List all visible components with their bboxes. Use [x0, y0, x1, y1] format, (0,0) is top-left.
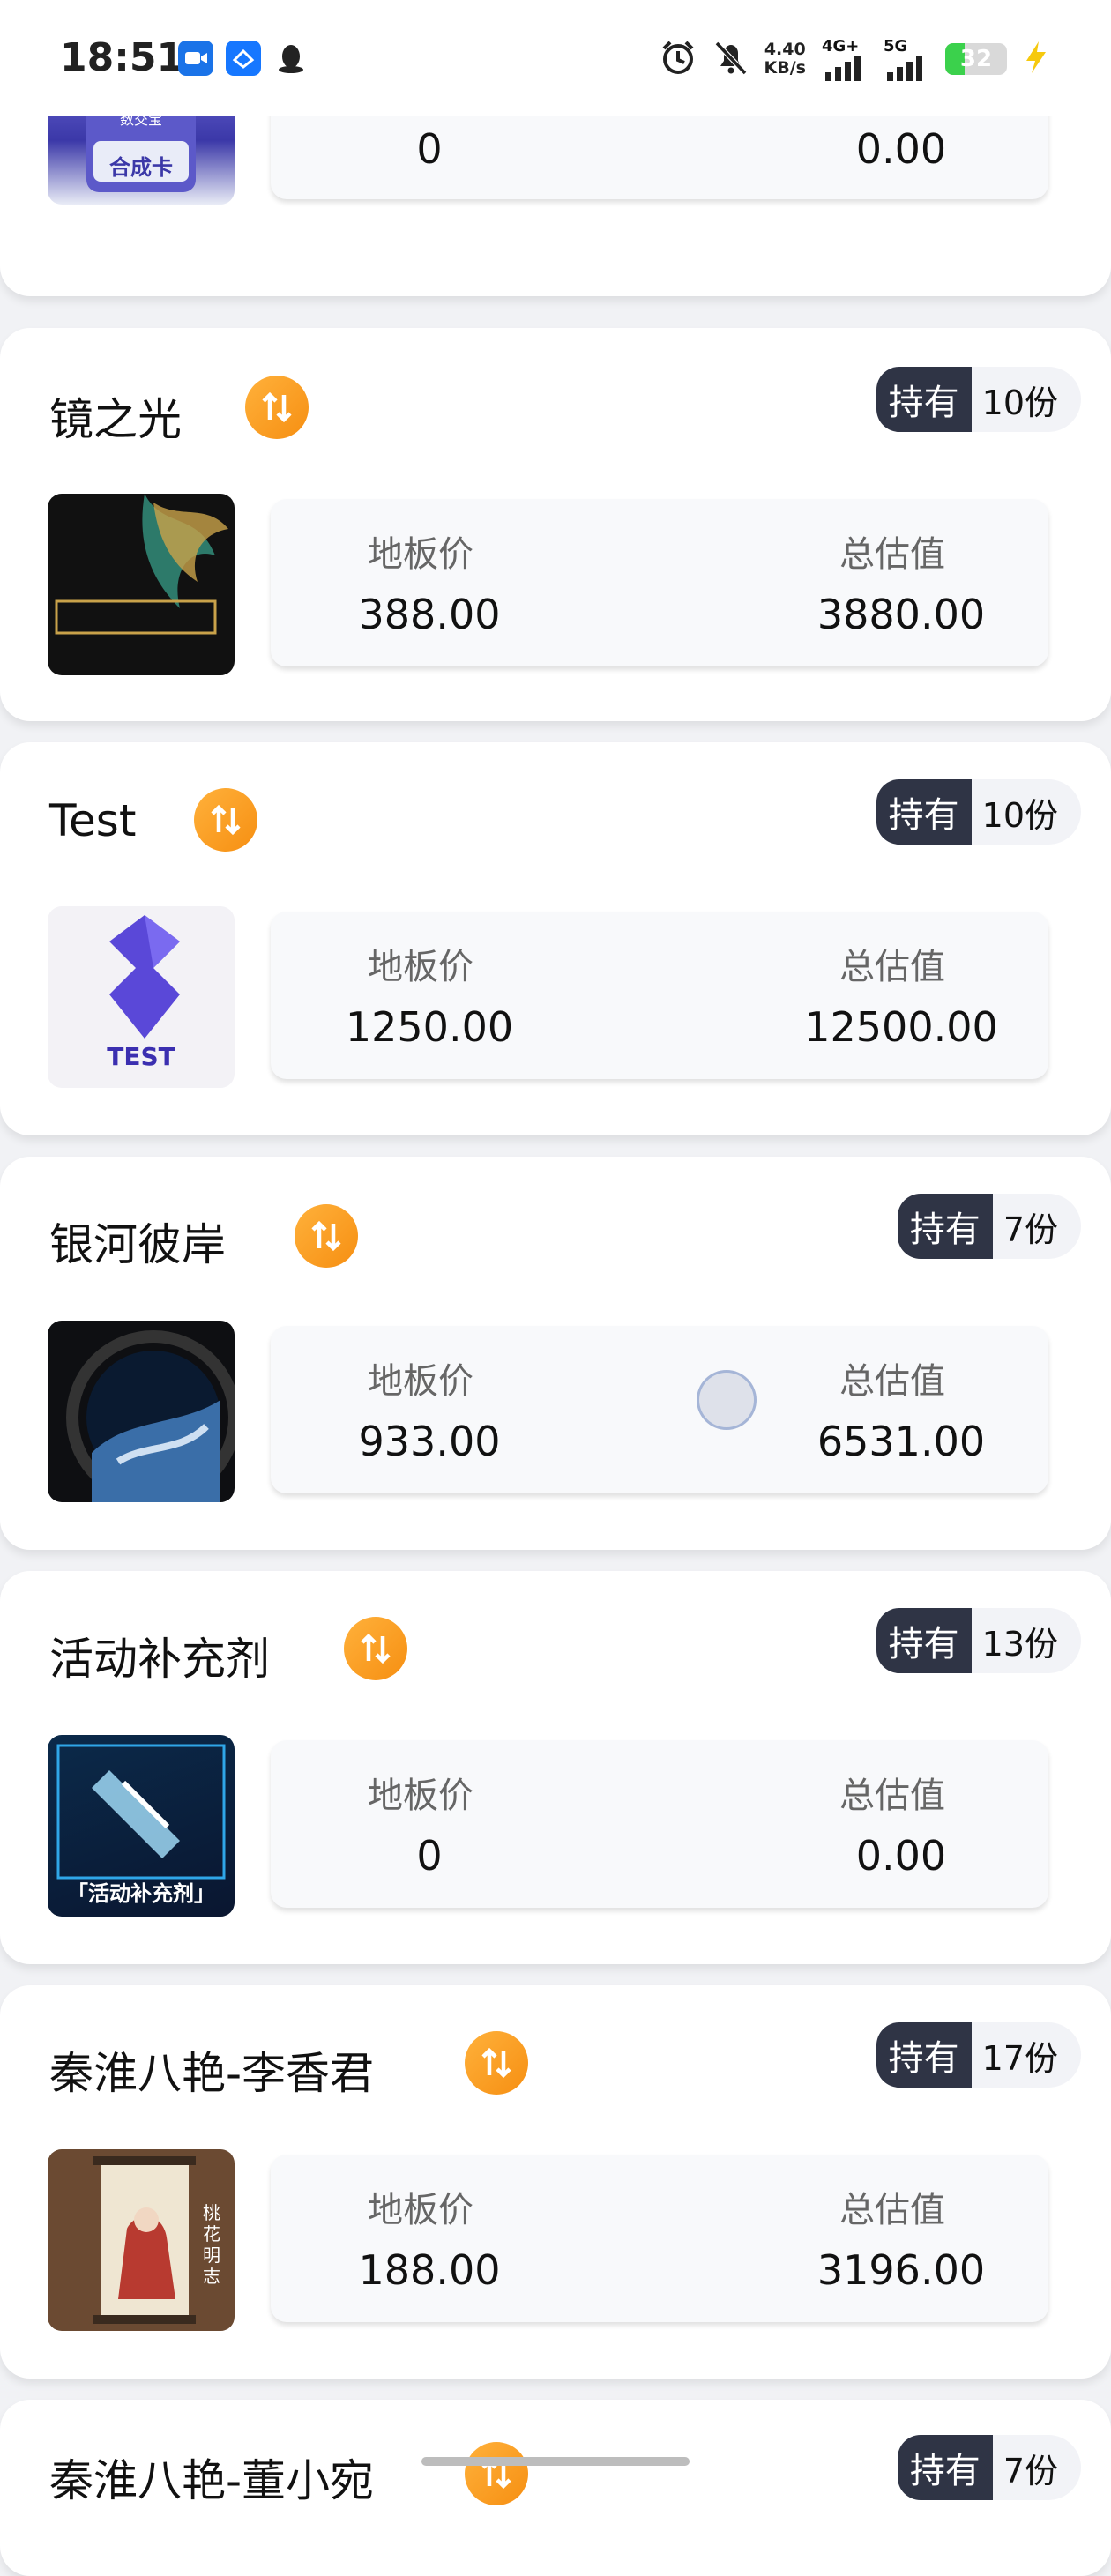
- hold-count: 7份: [992, 2435, 1081, 2500]
- hold-label: 持有: [897, 1194, 993, 1259]
- asset-card[interactable]: 秦淮八艳-李香君 持有 17份 桃花明志 地板价 188.00 总估值 3196…: [0, 1985, 1111, 2379]
- asset-card[interactable]: 银河彼岸 持有 7份 地板价 933.00 总估值 6531.00: [0, 1157, 1111, 1550]
- hold-label: 持有: [876, 367, 972, 432]
- signal-5g-label: 5G: [884, 37, 908, 56]
- status-time: 18:51: [60, 35, 184, 80]
- total-value-label: 总估值: [839, 534, 945, 575]
- asset-thumbnail: [48, 494, 235, 675]
- home-indicator[interactable]: [421, 2457, 690, 2466]
- hold-tag: 持有 13份: [876, 1608, 1081, 1673]
- network-speed-unit: KB/s: [764, 58, 806, 78]
- battery-icon: 32: [945, 43, 1007, 75]
- asset-name: Test: [49, 795, 137, 846]
- hold-tag: 持有 7份: [897, 2435, 1081, 2500]
- asset-name: 秦淮八艳-董小宛: [49, 2455, 375, 2506]
- floor-price-label: 地板价: [368, 2190, 473, 2230]
- value-box: 地板价 0 总估值 0.00: [271, 1740, 1048, 1908]
- touch-indicator: [697, 1370, 757, 1430]
- value-box: 地板价 1250.00 总估值 12500.00: [271, 912, 1048, 1079]
- status-bar: 18:51 4.40 KB/s 4G+ 5G 32: [0, 0, 1111, 116]
- value-box: 地板价 933.00 总估值 6531.00: [271, 1326, 1048, 1493]
- total-value-value: 3880.00: [816, 591, 986, 638]
- battery-level: 32: [959, 46, 993, 72]
- asset-name: 秦淮八艳-李香君: [49, 2048, 375, 2099]
- value-box: 地板价 188.00 总估值 3196.00: [271, 2155, 1048, 2322]
- thumb-caption: TEST: [107, 1042, 175, 1071]
- floor-price-label: 地板价: [368, 534, 473, 575]
- transfer-arrows-icon[interactable]: [465, 2031, 528, 2095]
- transfer-arrows-icon[interactable]: [465, 2442, 528, 2505]
- thumb-caption: 桃花明志: [203, 2202, 220, 2287]
- transfer-arrows-icon[interactable]: [295, 1204, 358, 1268]
- asset-name: 活动补充剂: [49, 1634, 270, 1685]
- hold-count: 7份: [992, 1194, 1081, 1259]
- total-value-value: 0.00: [855, 125, 947, 173]
- thumb-caption: 「活动补充剂」: [67, 1881, 215, 1906]
- asset-thumbnail: 桃花明志: [48, 2149, 235, 2331]
- video-app-icon: [178, 41, 213, 76]
- value-box: 地板价 388.00 总估值 3880.00: [271, 499, 1048, 666]
- floor-price-value: 933.00: [358, 1418, 501, 1465]
- floor-price-value: 388.00: [358, 591, 501, 638]
- asset-card[interactable]: 镜之光 持有 10份 地板价 388.00 总估值 3880.00: [0, 328, 1111, 721]
- hold-label: 持有: [876, 2022, 972, 2088]
- asset-thumbnail: [48, 1321, 235, 1502]
- transfer-arrows-icon[interactable]: [344, 1617, 407, 1680]
- transfer-arrows-icon[interactable]: [194, 788, 257, 852]
- alarm-icon: [659, 38, 697, 80]
- asset-thumbnail: TEST: [48, 906, 235, 1088]
- hold-label: 持有: [897, 2435, 993, 2500]
- hold-count: 13份: [971, 1608, 1081, 1673]
- asset-name: 银河彼岸: [49, 1219, 226, 1270]
- network-speed: 4.40 KB/s: [764, 41, 806, 78]
- charging-bolt-icon: [1023, 40, 1049, 78]
- hold-count: 17份: [971, 2022, 1081, 2088]
- floor-price-value: 0: [416, 125, 443, 173]
- total-value-value: 0.00: [855, 1832, 947, 1880]
- hold-label: 持有: [876, 779, 972, 845]
- hold-label: 持有: [876, 1608, 972, 1673]
- total-value-label: 总估值: [839, 2190, 945, 2230]
- total-value-label: 总估值: [839, 1776, 945, 1816]
- total-value-label: 总估值: [839, 1361, 945, 1402]
- total-value-value: 3196.00: [816, 2246, 986, 2294]
- total-value-label: 总估值: [839, 947, 945, 987]
- network-speed-value: 4.40: [764, 40, 806, 59]
- hold-tag: 持有 10份: [876, 367, 1081, 432]
- floor-price-label: 地板价: [368, 1361, 473, 1402]
- floor-price-value: 1250.00: [345, 1003, 514, 1051]
- floor-price-value: 0: [416, 1832, 443, 1880]
- floor-price-value: 188.00: [358, 2246, 501, 2294]
- signal-5g-icon: 5G: [884, 37, 929, 81]
- thumb-caption: 合成卡: [109, 155, 173, 180]
- asset-card[interactable]: Test 持有 10份 TEST 地板价 1250.00 总估值 12500.0…: [0, 742, 1111, 1135]
- total-value-value: 6531.00: [816, 1418, 986, 1465]
- asset-name: 镜之光: [49, 394, 182, 445]
- asset-thumbnail: 「活动补充剂」: [48, 1735, 235, 1917]
- signal-4g-icon: 4G+: [822, 37, 868, 81]
- total-value-value: 12500.00: [804, 1003, 998, 1051]
- transfer-arrows-icon[interactable]: [245, 376, 309, 439]
- qq-penguin-icon: [273, 41, 309, 76]
- mute-bell-icon: [713, 38, 749, 80]
- hold-count: 10份: [971, 367, 1081, 432]
- floor-price-label: 地板价: [368, 947, 473, 987]
- hold-count: 10份: [971, 779, 1081, 845]
- signal-4g-label: 4G+: [822, 37, 860, 56]
- asset-card[interactable]: 秦淮八艳-董小宛 持有 7份: [0, 2400, 1111, 2576]
- hold-tag: 持有 7份: [897, 1194, 1081, 1259]
- asset-card[interactable]: 活动补充剂 持有 13份 「活动补充剂」 地板价 0 总估值 0.00: [0, 1571, 1111, 1964]
- floor-price-label: 地板价: [368, 1776, 473, 1816]
- status-icons: 4.40 KB/s 4G+ 5G 32: [659, 34, 1049, 85]
- hold-tag: 持有 17份: [876, 2022, 1081, 2088]
- cloud-app-icon: [226, 41, 261, 76]
- hold-tag: 持有 10份: [876, 779, 1081, 845]
